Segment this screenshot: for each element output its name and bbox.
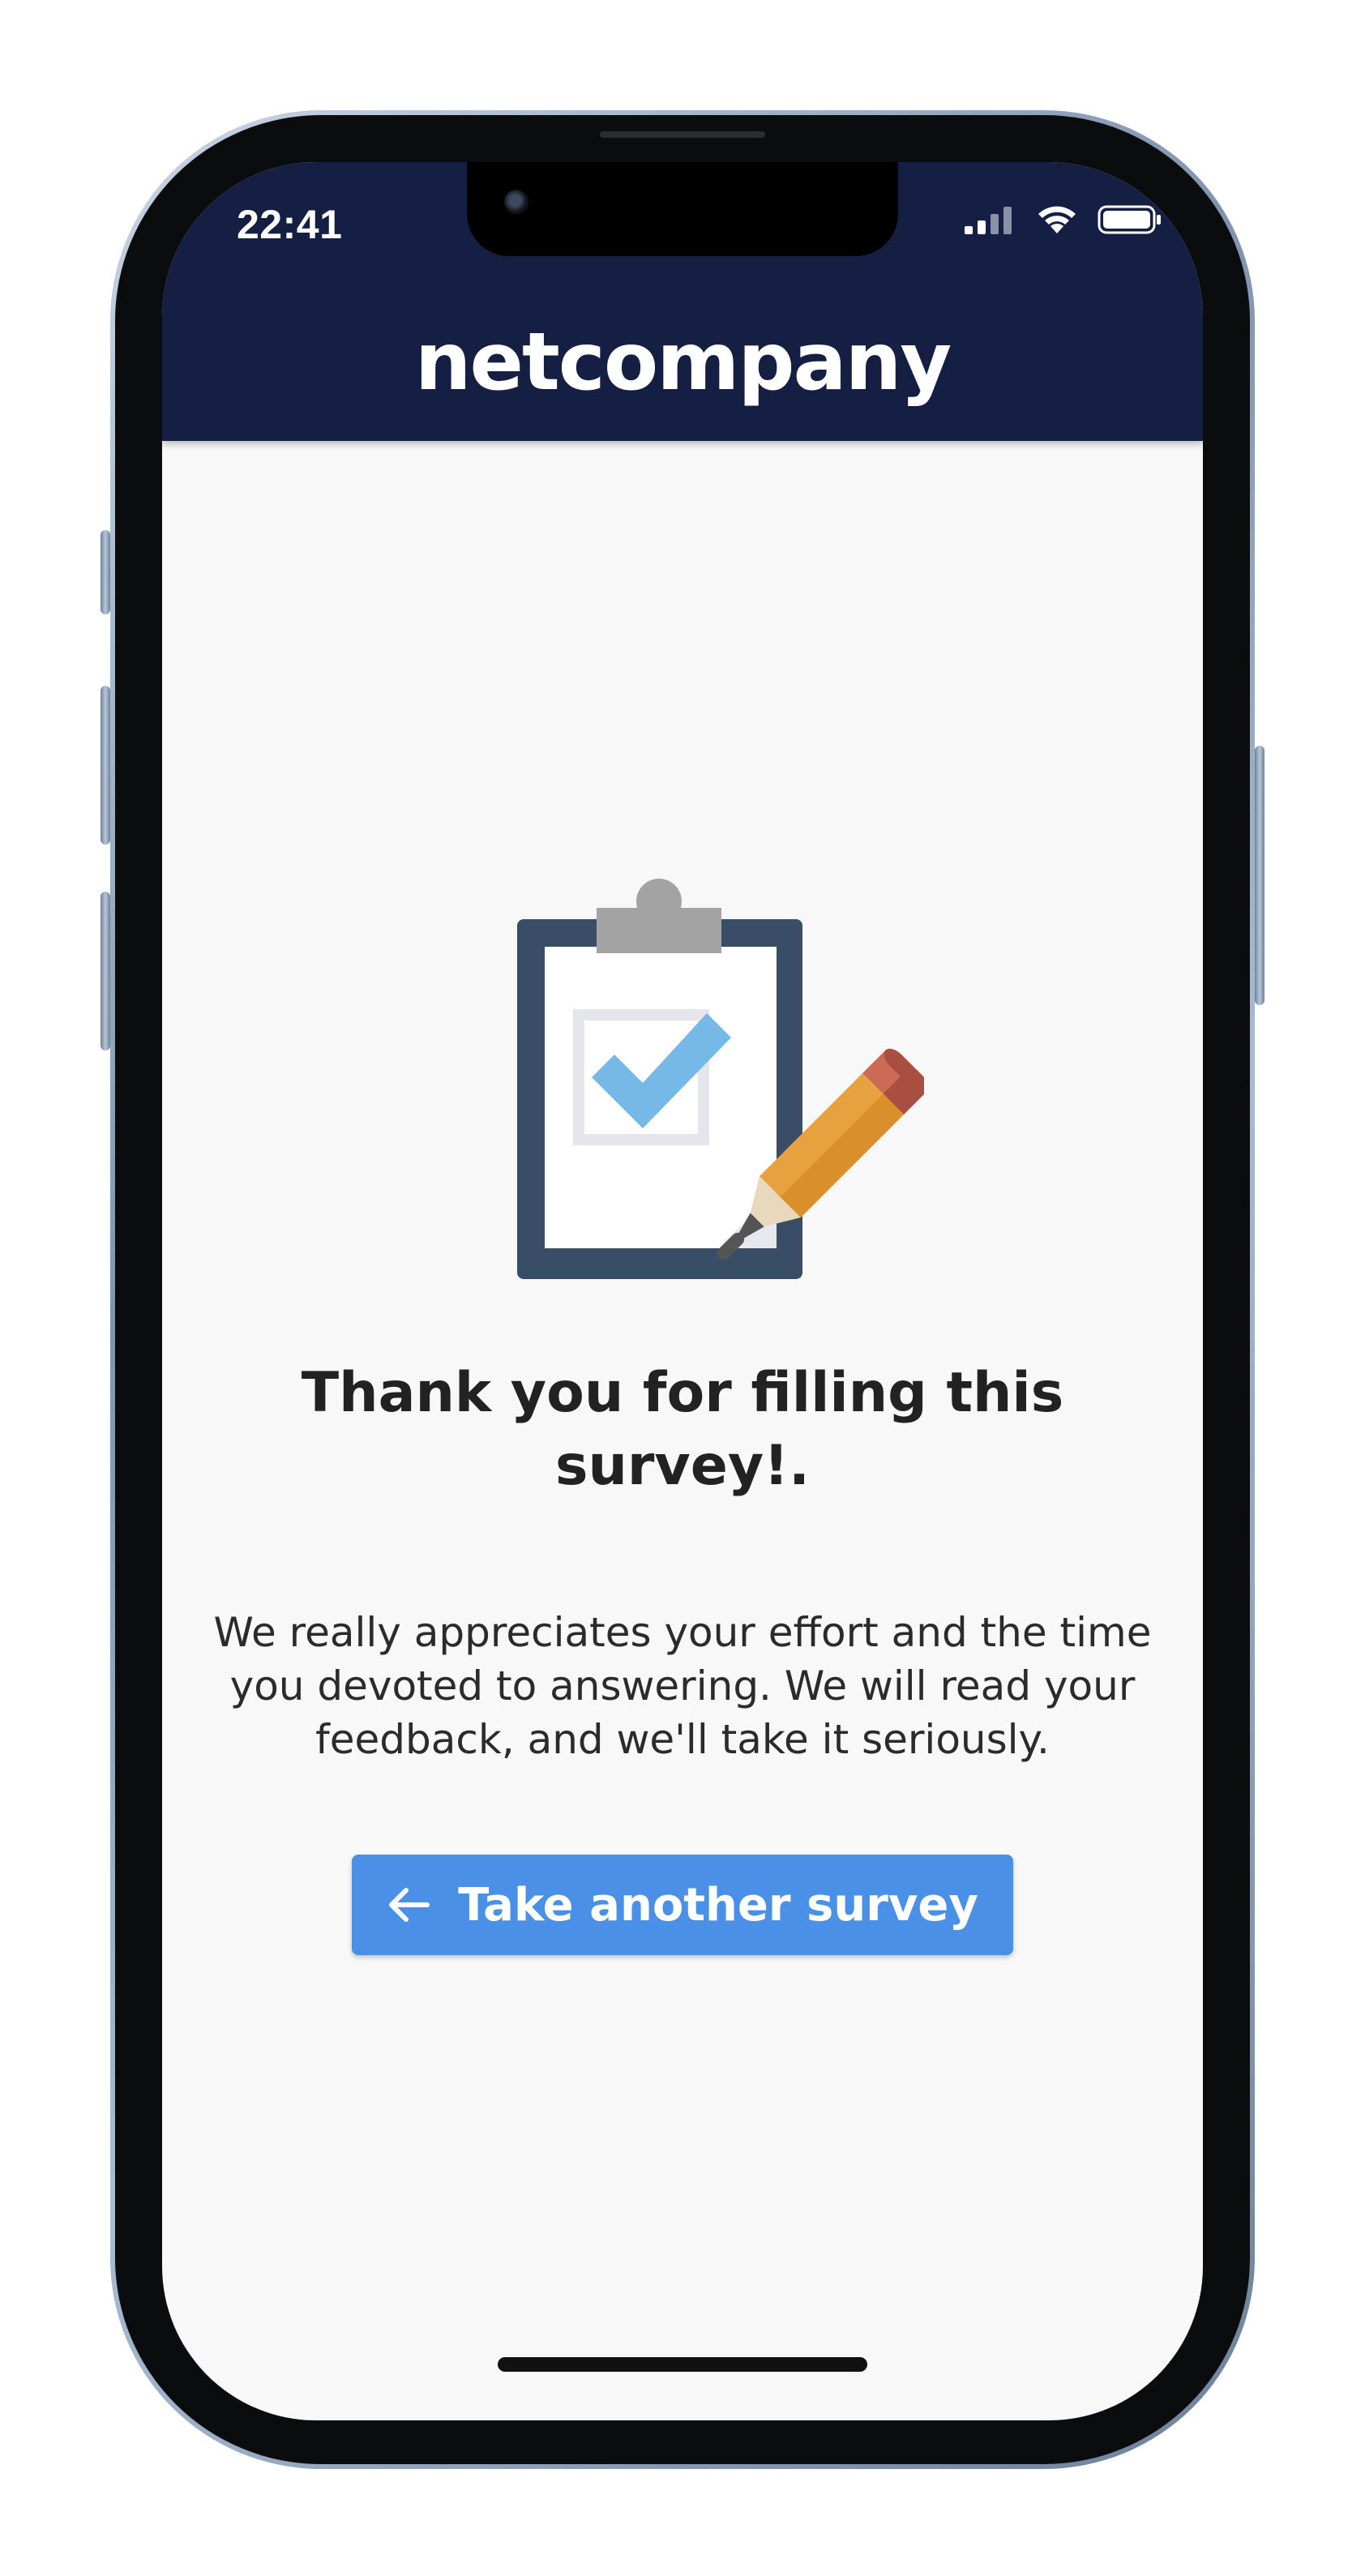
silent-switch xyxy=(101,530,110,614)
take-another-survey-label: Take another survey xyxy=(458,1878,978,1932)
main-content: Thank you for filling this survey!. We r… xyxy=(162,441,1203,2420)
volume-up-button xyxy=(101,686,110,845)
wifi-icon xyxy=(1038,206,1076,233)
thank-you-message: We really appreciates your effort and th… xyxy=(213,1609,1152,1763)
clipboard-checkmark-pencil-icon xyxy=(517,879,924,1279)
power-button xyxy=(1255,746,1264,1005)
notch xyxy=(467,162,898,256)
page-title: Thank you for filling this survey!. xyxy=(301,1361,1064,1498)
status-icons xyxy=(965,204,1162,235)
earpiece-speaker xyxy=(600,131,765,138)
home-indicator[interactable] xyxy=(498,2357,867,2372)
take-another-survey-button[interactable]: Take another survey xyxy=(352,1855,1013,1955)
cellular-signal-icon xyxy=(965,207,1012,234)
volume-down-button xyxy=(101,892,110,1051)
battery-icon xyxy=(1098,205,1161,234)
status-time: 22:41 xyxy=(237,202,343,247)
front-camera xyxy=(504,190,528,214)
brand-logo: netcompany xyxy=(414,316,952,409)
screen: 22:41 netcompany Thank you for filling t… xyxy=(162,162,1203,2420)
arrow-left-icon xyxy=(389,1888,430,1922)
